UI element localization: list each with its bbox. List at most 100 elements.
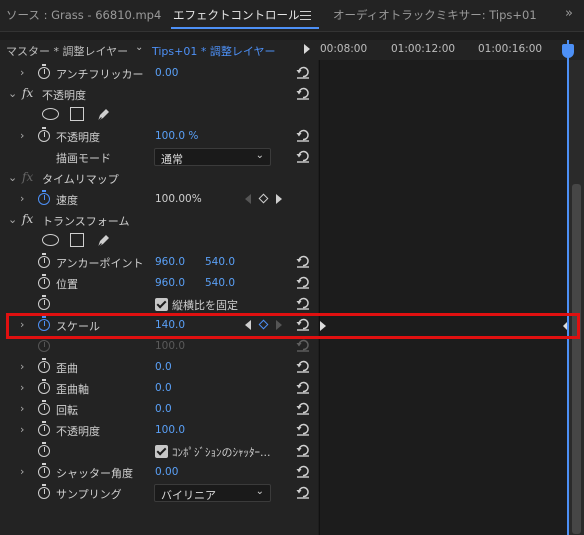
expand-chevron-icon[interactable]: › [20,129,24,142]
reset-icon[interactable] [296,465,310,478]
uniform-scale-checkbox[interactable] [155,298,168,311]
active-tab-indicator [171,27,319,29]
mask-tools-row [0,231,318,252]
property-row-scale-width: 100.0 [0,336,318,357]
stopwatch-icon[interactable] [38,190,50,205]
sequence-clip-label[interactable]: Tips+01 * 調整レイヤー [152,43,276,59]
property-value-y[interactable]: 540.0 [205,256,235,268]
sampling-dropdown[interactable]: バイリニア ⌄ [154,484,271,502]
ellipse-mask-icon[interactable] [42,234,59,246]
checkbox-label: ｺﾝﾎﾟｼﾞｼｮﾝのｼｬｯﾀｰ... [172,446,271,459]
property-value[interactable]: 0.0 [155,382,172,394]
stopwatch-icon[interactable] [38,127,50,142]
property-value[interactable]: 100.0 % [155,130,198,142]
reset-icon[interactable] [296,87,310,100]
stopwatch-icon[interactable] [38,463,50,478]
fx-icon[interactable]: fx [22,170,33,184]
property-row-comp-shutter: ｺﾝﾎﾟｼﾞｼｮﾝのｼｬｯﾀｰ... [0,441,318,462]
reset-icon[interactable] [296,402,310,415]
play-clip-icon[interactable] [304,44,310,54]
expand-chevron-icon[interactable]: › [20,423,24,436]
stopwatch-icon[interactable] [38,400,50,415]
property-label: 不透明度 [56,131,100,144]
expand-chevron-icon[interactable]: › [20,360,24,373]
panel-menu-icon[interactable] [300,11,311,20]
property-label: 描画モード [56,152,111,165]
reset-icon[interactable] [296,486,310,499]
property-value-x[interactable]: 960.0 [155,277,185,289]
stopwatch-icon[interactable] [38,295,50,310]
pen-mask-icon[interactable] [95,232,111,252]
next-keyframe-icon[interactable] [276,194,282,204]
property-row-blend-mode: 描画モード 通常 ⌄ [0,147,318,168]
stopwatch-icon[interactable] [38,64,50,79]
tab-source[interactable]: ソース : Grass - 66810.mp4 [6,7,161,23]
stopwatch-icon[interactable] [38,379,50,394]
effect-row-time-remap: ⌄ fx タイムリマップ [0,168,318,189]
collapse-chevron-icon[interactable]: ⌄ [8,171,17,184]
stopwatch-icon[interactable] [38,253,50,268]
expand-chevron-icon[interactable]: › [20,465,24,478]
reset-icon[interactable] [296,276,310,289]
more-tabs-icon[interactable]: » [565,6,574,21]
expand-chevron-icon[interactable]: › [20,402,24,415]
reset-icon[interactable] [296,150,310,163]
property-value[interactable]: 0.00 [155,67,178,79]
property-label: シャッター角度 [56,467,133,480]
property-row-transform-opacity: › 不透明度 100.0 [0,420,318,441]
effect-timeline[interactable] [319,60,567,535]
property-row-opacity: › 不透明度 100.0 % [0,126,318,147]
property-value-x[interactable]: 960.0 [155,256,185,268]
rectangle-mask-icon[interactable] [70,107,84,121]
property-value[interactable]: 100.00% [155,193,202,205]
stopwatch-icon[interactable] [38,484,50,499]
reset-icon[interactable] [296,381,310,394]
ruler-timecode: 01:00:16:00 [478,43,543,55]
property-row-shutter-angle: › シャッター角度 0.00 [0,462,318,483]
playhead[interactable] [567,40,569,535]
reset-icon[interactable] [296,66,310,79]
blend-mode-dropdown[interactable]: 通常 ⌄ [154,148,271,166]
stopwatch-icon[interactable] [38,274,50,289]
ruler-timecode: 01:00:12:00 [391,43,456,55]
property-value[interactable]: 100.0 [155,424,185,436]
reset-icon[interactable] [296,129,310,142]
property-value[interactable]: 0.00 [155,466,178,478]
property-value: 100.0 [155,340,186,352]
chevron-down-icon: ⌄ [255,150,264,161]
tab-audio-track-mixer[interactable]: オーディオトラックミキサー: Tips+01 [333,7,537,23]
ellipse-mask-icon[interactable] [42,108,59,120]
stopwatch-icon[interactable] [38,358,50,373]
property-value-y[interactable]: 540.0 [205,277,235,289]
scrollbar-thumb[interactable] [572,184,581,534]
property-label: 速度 [56,194,78,207]
expand-chevron-icon[interactable]: › [20,192,24,205]
expand-chevron-icon[interactable]: › [20,66,24,79]
add-keyframe-icon[interactable] [258,193,269,204]
reset-icon[interactable] [296,423,310,436]
property-value[interactable]: 0.0 [155,361,172,373]
playhead-handle[interactable] [562,44,574,58]
fx-icon[interactable]: fx [22,212,33,226]
prev-keyframe-icon[interactable] [245,194,251,204]
reset-icon[interactable] [296,297,310,310]
rectangle-mask-icon[interactable] [70,233,84,247]
pen-mask-icon[interactable] [95,106,111,126]
chevron-down-icon[interactable]: ⌄ [135,42,143,53]
tab-effect-controls[interactable]: エフェクトコントロール [173,7,300,23]
reset-icon[interactable] [296,255,310,268]
property-value[interactable]: 0.0 [155,403,172,415]
fx-icon[interactable]: fx [22,86,33,100]
collapse-chevron-icon[interactable]: ⌄ [8,87,17,100]
stopwatch-icon[interactable] [38,421,50,436]
dropdown-value: 通常 [161,153,183,166]
collapse-chevron-icon[interactable]: ⌄ [8,213,17,226]
stopwatch-icon[interactable] [38,442,50,457]
master-clip-label[interactable]: マスター * 調整レイヤー [6,43,128,59]
chevron-down-icon: ⌄ [255,486,264,497]
expand-chevron-icon[interactable]: › [20,381,24,394]
reset-icon[interactable] [296,360,310,373]
comp-shutter-checkbox[interactable] [155,445,168,458]
reset-icon[interactable] [296,444,310,457]
property-row-skew: › 歪曲 0.0 [0,357,318,378]
